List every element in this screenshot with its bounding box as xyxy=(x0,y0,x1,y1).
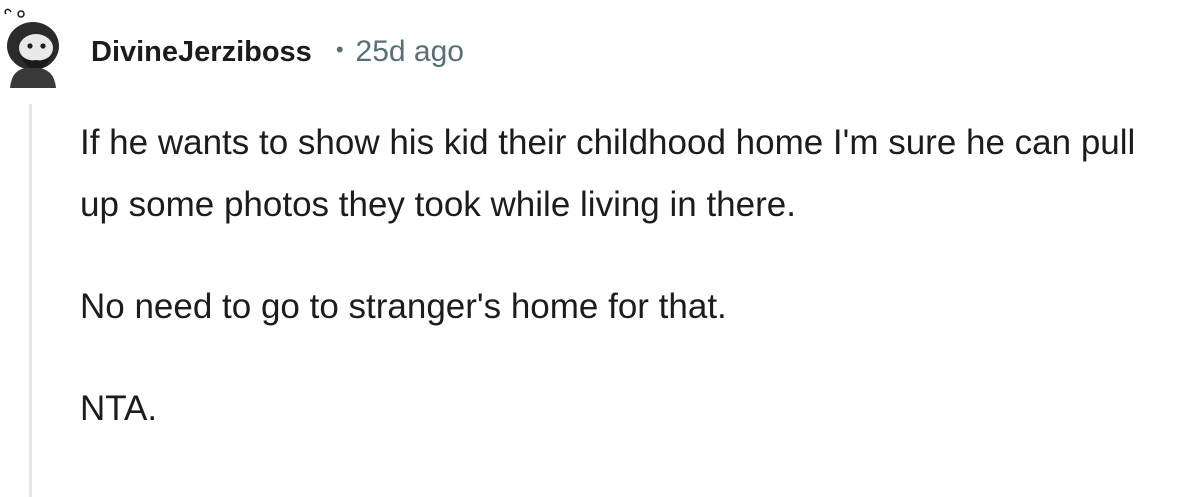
meta-separator: • xyxy=(335,37,344,62)
thread-collapse-line[interactable] xyxy=(29,104,32,497)
comment-body: If he wants to show his kid their childh… xyxy=(80,112,1180,480)
comment-paragraph: NTA. xyxy=(80,389,158,428)
comment-header: DivineJerziboss • 25d ago xyxy=(91,30,464,74)
comment-paragraph: If he wants to show his kid their childh… xyxy=(80,123,1136,224)
user-avatar[interactable] xyxy=(0,8,64,88)
snoo-avatar-icon xyxy=(4,8,59,88)
comment-paragraph: No need to go to stranger's home for tha… xyxy=(80,287,727,326)
comment-timestamp[interactable]: 25d ago xyxy=(356,35,464,69)
username-link[interactable]: DivineJerziboss xyxy=(91,36,312,69)
